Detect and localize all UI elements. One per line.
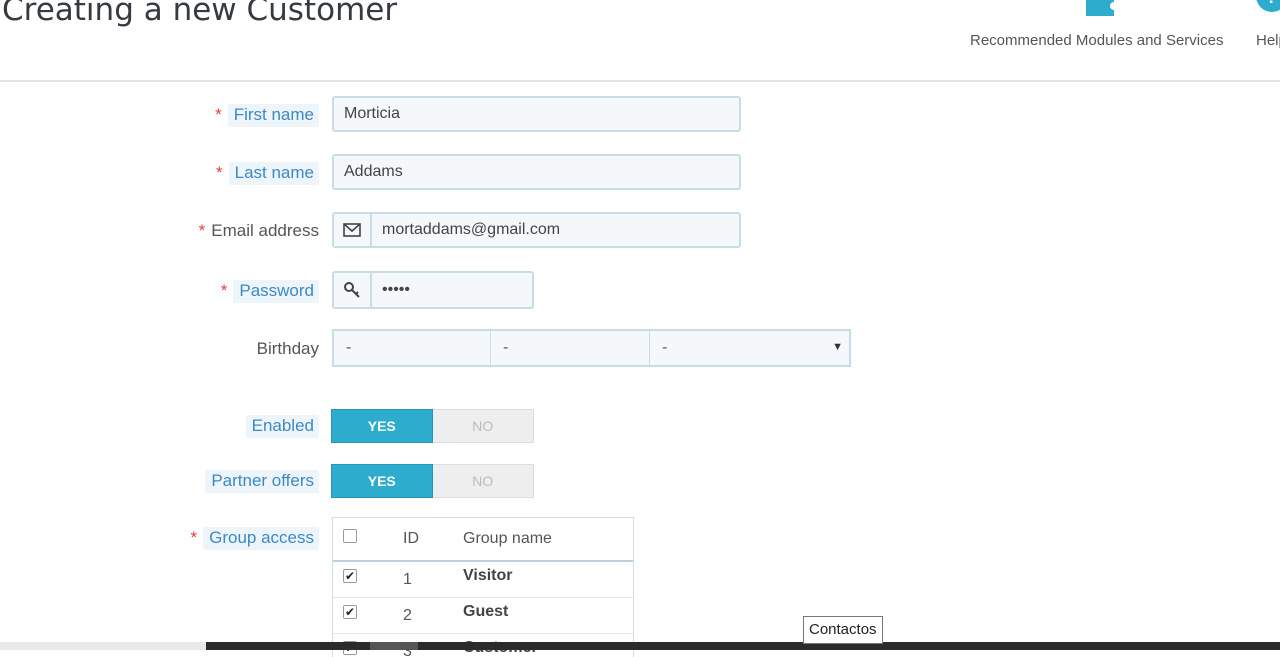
caret-down-icon: ▼: [832, 341, 843, 353]
password-field[interactable]: •••••: [332, 271, 534, 309]
password-label: * Password: [221, 277, 319, 305]
first-name-label: * First name: [215, 101, 319, 129]
partner-offers-toggle[interactable]: YES NO: [331, 464, 534, 498]
help-icon[interactable]: ?: [1255, 0, 1280, 18]
email-input[interactable]: mortaddams@gmail.com: [372, 221, 560, 239]
column-header-group-name: Group name: [463, 530, 552, 547]
birthday-day-select[interactable]: -: [332, 329, 492, 367]
partner-offers-yes-option[interactable]: YES: [331, 464, 433, 498]
enabled-no-option[interactable]: NO: [432, 409, 534, 443]
key-icon: [334, 273, 372, 307]
puzzle-icon[interactable]: [1084, 0, 1118, 18]
group-checkbox[interactable]: ✔: [343, 605, 357, 619]
email-label: * Email address: [198, 221, 319, 240]
birthday-year-select[interactable]: - ▼: [649, 329, 851, 367]
help-link[interactable]: Help: [1256, 32, 1280, 49]
group-id: 1: [403, 571, 412, 588]
envelope-icon: [334, 214, 372, 246]
table-row: ✔ 1 Visitor: [333, 562, 633, 598]
first-name-input[interactable]: Morticia: [332, 96, 741, 132]
last-name-input[interactable]: Addams: [332, 154, 741, 190]
column-header-id: ID: [403, 530, 419, 547]
last-name-label: * Last name: [216, 159, 319, 187]
table-row: ✔ 2 Guest: [333, 598, 633, 634]
select-all-checkbox[interactable]: [343, 529, 357, 543]
password-input[interactable]: •••••: [372, 281, 410, 299]
required-asterisk: *: [215, 105, 222, 124]
birthday-label: Birthday: [256, 339, 319, 358]
enabled-label: Enabled: [245, 412, 319, 440]
group-name: Visitor: [463, 567, 513, 584]
group-access-label: * Group access: [190, 524, 319, 552]
page-title: Creating a new Customer: [2, 0, 398, 28]
required-asterisk: *: [215, 163, 223, 182]
group-checkbox[interactable]: ✔: [343, 569, 357, 583]
required-asterisk: *: [190, 528, 198, 547]
enabled-toggle[interactable]: YES NO: [331, 409, 534, 443]
recommended-modules-link[interactable]: Recommended Modules and Services: [970, 32, 1223, 49]
group-access-table: ID Group name ✔ 1 Visitor ✔ 2 Guest ✔ 3 …: [332, 517, 634, 657]
group-name: Guest: [463, 603, 509, 620]
group-id: 2: [403, 607, 412, 624]
taskbar-item[interactable]: [370, 642, 418, 650]
partner-offers-no-option[interactable]: NO: [432, 464, 534, 498]
svg-text:?: ?: [1266, 0, 1277, 7]
table-header: ID Group name: [333, 518, 633, 562]
email-field[interactable]: mortaddams@gmail.com: [332, 212, 741, 248]
required-asterisk: *: [198, 221, 206, 240]
required-asterisk: *: [220, 281, 228, 300]
tooltip: Contactos: [803, 616, 883, 644]
birthday-month-select[interactable]: -: [490, 329, 651, 367]
header-divider: [0, 80, 1280, 82]
partner-offers-label: Partner offers: [205, 467, 319, 495]
taskbar: [0, 642, 1280, 650]
enabled-yes-option[interactable]: YES: [331, 409, 433, 443]
